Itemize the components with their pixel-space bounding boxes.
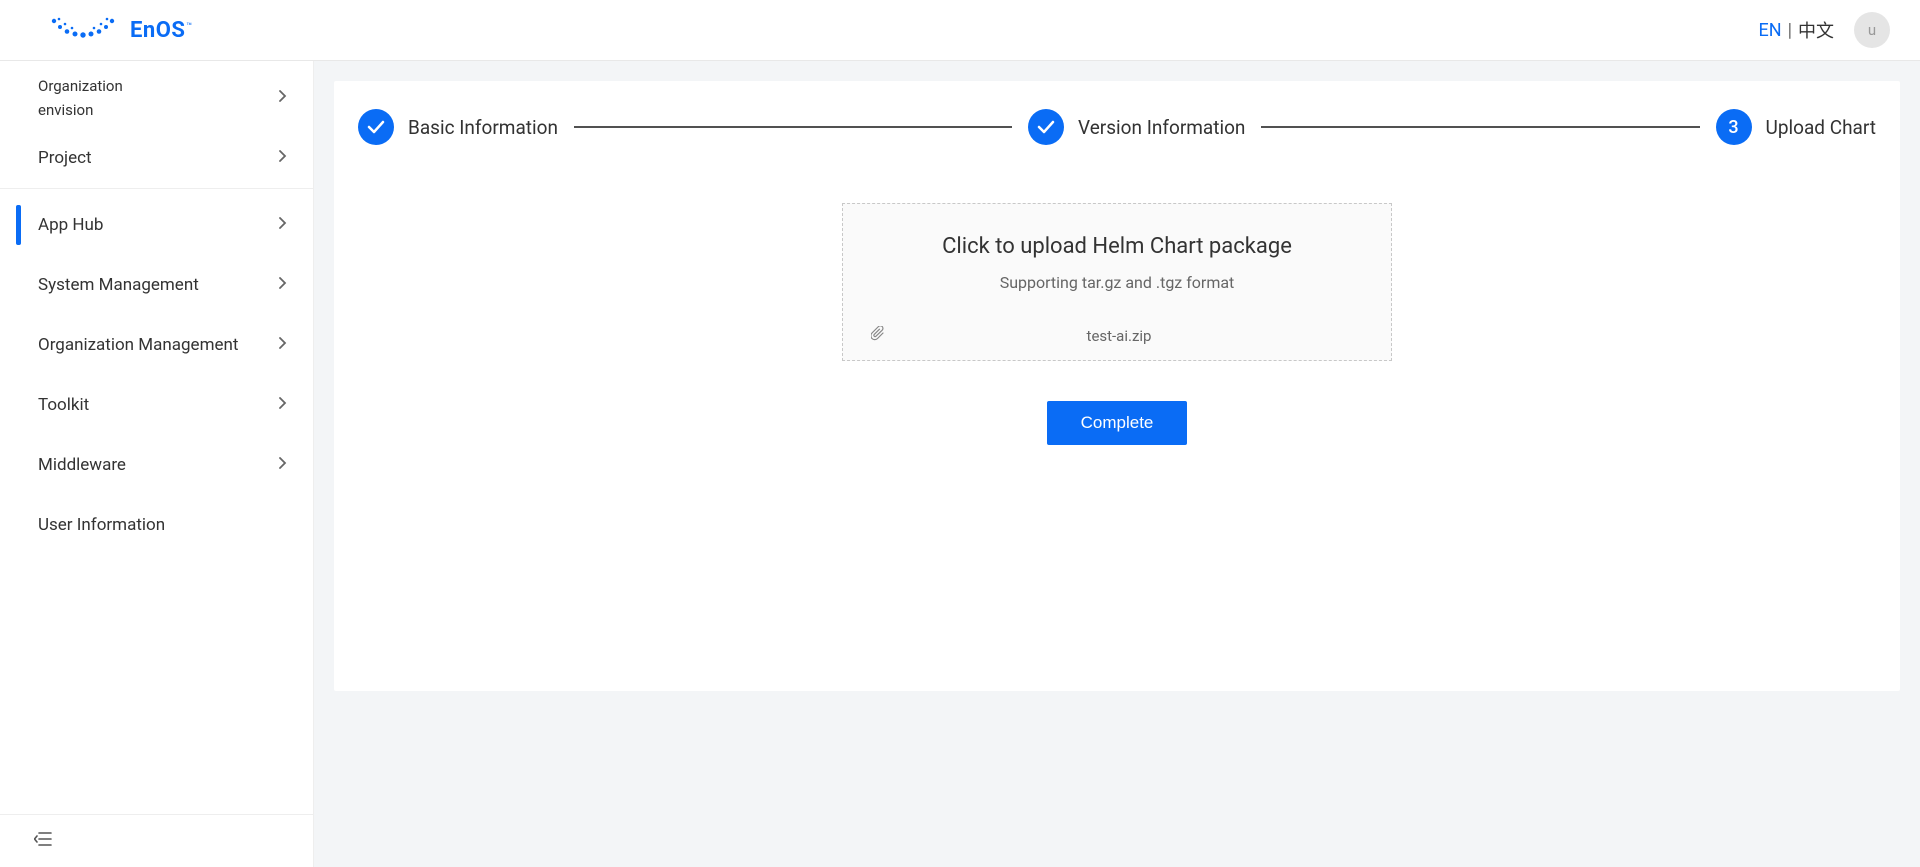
sidebar-item-label: System Management (38, 275, 199, 295)
sidebar-org-selector[interactable]: Organization envision (0, 68, 313, 128)
uploaded-file-row[interactable]: test-ai.zip (863, 320, 1371, 348)
sidebar-item-label: Organization Management (38, 335, 238, 355)
sidebar-item-organization-management[interactable]: Organization Management (0, 315, 313, 375)
sidebar-item-app-hub[interactable]: App Hub (0, 195, 313, 255)
chevron-right-icon (279, 457, 287, 473)
step-connector (1261, 126, 1699, 128)
sidebar-org-caption: Organization (38, 74, 123, 98)
user-avatar[interactable]: u (1854, 12, 1890, 48)
app-header: EnOS™ EN | 中文 u (0, 0, 1920, 61)
collapse-sidebar-icon[interactable] (34, 831, 52, 851)
wizard-stepper: Basic Information Version Information 3 … (354, 109, 1880, 145)
chevron-right-icon (279, 337, 287, 353)
upload-dropzone[interactable]: Click to upload Helm Chart package Suppo… (842, 203, 1392, 361)
complete-button[interactable]: Complete (1047, 401, 1188, 445)
main-content: Basic Information Version Information 3 … (314, 61, 1920, 867)
brand-trademark: ™ (186, 22, 192, 32)
step-done-check-icon (1028, 109, 1064, 145)
sidebar-item-label: Project (38, 148, 92, 168)
chevron-right-icon (279, 150, 287, 166)
sidebar-item-label: Middleware (38, 455, 126, 475)
brand-name: EnOS (130, 18, 185, 43)
lang-separator: | (1788, 20, 1792, 41)
sidebar-item-label: Toolkit (38, 395, 89, 415)
chevron-right-icon (279, 90, 287, 106)
upload-title: Click to upload Helm Chart package (863, 234, 1371, 259)
sidebar: Organization envision Project App Hub (0, 61, 314, 867)
step-label: Upload Chart (1766, 116, 1877, 139)
step-done-check-icon (358, 109, 394, 145)
lang-cn[interactable]: 中文 (1798, 17, 1834, 43)
uploaded-file-name: test-ai.zip (895, 327, 1363, 345)
step-basic-information: Basic Information (358, 109, 558, 145)
step-number: 3 (1716, 109, 1752, 145)
avatar-initial: u (1868, 21, 1876, 39)
step-upload-chart: 3 Upload Chart (1716, 109, 1877, 145)
upload-subtitle: Supporting tar.gz and .tgz format (863, 273, 1371, 292)
sidebar-item-toolkit[interactable]: Toolkit (0, 375, 313, 435)
language-switcher: EN | 中文 (1759, 17, 1834, 43)
chevron-right-icon (279, 217, 287, 233)
sidebar-item-label: App Hub (38, 215, 103, 235)
paperclip-icon (871, 326, 885, 346)
chevron-right-icon (279, 397, 287, 413)
sidebar-org-name: envision (38, 98, 123, 122)
step-label: Version Information (1078, 116, 1245, 139)
sidebar-item-label: User Information (38, 515, 165, 535)
chevron-right-icon (279, 277, 287, 293)
step-connector (574, 126, 1012, 128)
logo-icon (50, 15, 120, 45)
sidebar-item-user-information[interactable]: User Information (0, 495, 313, 555)
sidebar-item-middleware[interactable]: Middleware (0, 435, 313, 495)
sidebar-item-project[interactable]: Project (0, 128, 313, 188)
step-version-information: Version Information (1028, 109, 1245, 145)
lang-en[interactable]: EN (1759, 20, 1782, 41)
sidebar-item-system-management[interactable]: System Management (0, 255, 313, 315)
content-card: Basic Information Version Information 3 … (334, 81, 1900, 691)
brand-logo[interactable]: EnOS™ (50, 15, 192, 45)
step-label: Basic Information (408, 116, 558, 139)
